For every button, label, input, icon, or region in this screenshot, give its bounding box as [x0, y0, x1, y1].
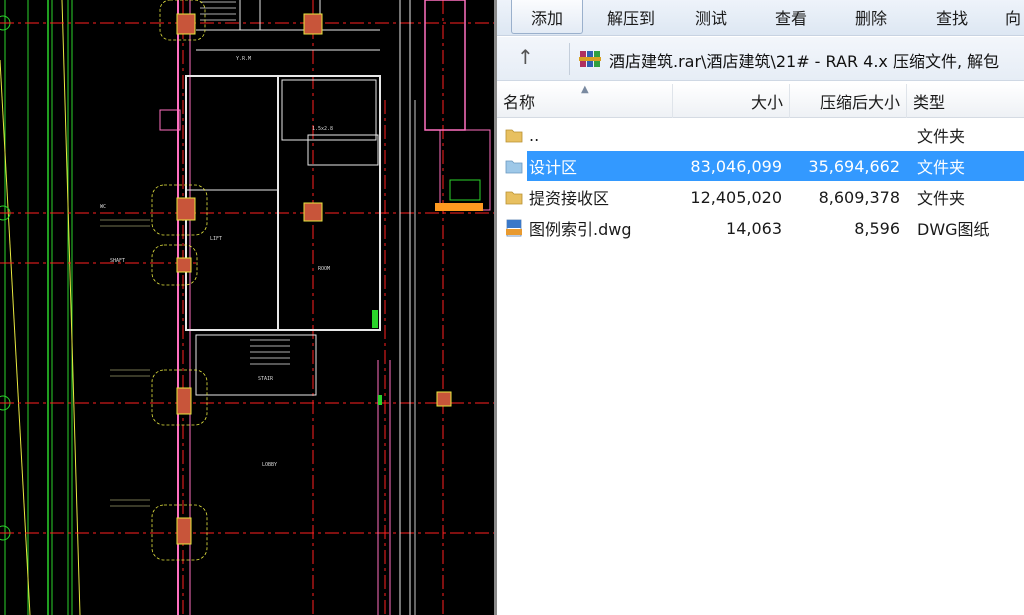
file-size: 14,063 — [726, 218, 782, 238]
column-name-label: 名称 — [503, 93, 536, 112]
extract-to-button[interactable]: 解压到 — [597, 0, 665, 34]
file-name: .. — [529, 125, 540, 145]
file-row-received[interactable]: 提资接收区 12,405,020 8,609,378 文件夹 — [497, 182, 1024, 212]
winrar-window: 添加 解压到 测试 查看 删除 查找 向 ↑ 酒店建筑.rar\酒店建筑\21#… — [497, 0, 1024, 615]
column-packed-label: 压缩后大小 — [819, 93, 900, 112]
toolbar: 添加 解压到 测试 查看 删除 查找 向 — [497, 0, 1024, 36]
delete-button[interactable]: 删除 — [839, 0, 903, 34]
address-separator — [569, 43, 570, 75]
address-bar: ↑ 酒店建筑.rar\酒店建筑\21# - RAR 4.x 压缩文件, 解包 — [497, 37, 1024, 81]
cad-drawing: Y.R.M 1.5x2.8 ROOM STAIR LOBBY LIFT WC S… — [0, 0, 496, 615]
file-packed-size: 8,596 — [854, 218, 900, 238]
file-list-header: 名称 ▲ 大小 压缩后大小 类型 — [497, 84, 1024, 118]
folder-icon — [505, 160, 523, 174]
svg-text:Y.R.M: Y.R.M — [236, 56, 251, 62]
wizard-button[interactable]: 向 — [1005, 0, 1024, 34]
svg-text:STAIR: STAIR — [258, 376, 274, 382]
test-button[interactable]: 测试 — [679, 0, 743, 34]
svg-text:LOBBY: LOBBY — [262, 462, 277, 468]
add-button[interactable]: 添加 — [511, 0, 583, 34]
file-packed-size: 8,609,378 — [818, 187, 900, 207]
file-name: 提资接收区 — [529, 189, 610, 208]
up-arrow-icon[interactable]: ↑ — [517, 45, 534, 69]
file-type: 文件夹 — [917, 127, 966, 146]
column-type-label: 类型 — [913, 93, 946, 112]
column-type[interactable]: 类型 — [907, 84, 1024, 118]
file-name: 图例索引.dwg — [529, 220, 632, 239]
svg-text:WC: WC — [100, 204, 106, 210]
cad-drawing-viewport[interactable]: Y.R.M 1.5x2.8 ROOM STAIR LOBBY LIFT WC S… — [0, 0, 496, 615]
file-type: 文件夹 — [917, 189, 966, 208]
file-packed-size: 35,694,662 — [808, 156, 900, 176]
file-size — [673, 120, 782, 150]
folder-icon — [505, 191, 523, 205]
view-button[interactable]: 查看 — [759, 0, 823, 34]
dwg-file-icon — [506, 219, 522, 237]
svg-text:1.5x2.8: 1.5x2.8 — [312, 126, 333, 132]
file-type: DWG图纸 — [917, 220, 990, 239]
file-row-dwg[interactable]: 图例索引.dwg 14,063 8,596 DWG图纸 — [497, 213, 1024, 243]
sort-ascending-icon: ▲ — [581, 84, 589, 95]
file-name: 设计区 — [529, 158, 578, 177]
find-button[interactable]: 查找 — [919, 0, 985, 34]
svg-text:ROOM: ROOM — [318, 266, 330, 272]
svg-text:SHAFT: SHAFT — [110, 258, 125, 264]
column-size-label: 大小 — [750, 93, 783, 112]
folder-icon — [505, 129, 523, 143]
file-row-design[interactable]: 设计区 83,046,099 35,694,662 文件夹 — [497, 151, 1024, 181]
column-size[interactable]: 大小 — [673, 84, 790, 118]
rar-archive-icon — [579, 51, 601, 67]
file-type: 文件夹 — [917, 158, 966, 177]
file-size: 83,046,099 — [690, 156, 782, 176]
file-size: 12,405,020 — [690, 187, 782, 207]
file-row-parent[interactable]: .. 文件夹 — [497, 120, 1024, 150]
file-packed-size — [790, 120, 900, 150]
column-packed[interactable]: 压缩后大小 — [790, 84, 907, 118]
archive-path[interactable]: 酒店建筑.rar\酒店建筑\21# - RAR 4.x 压缩文件, 解包 — [609, 48, 999, 72]
svg-text:LIFT: LIFT — [210, 236, 222, 242]
